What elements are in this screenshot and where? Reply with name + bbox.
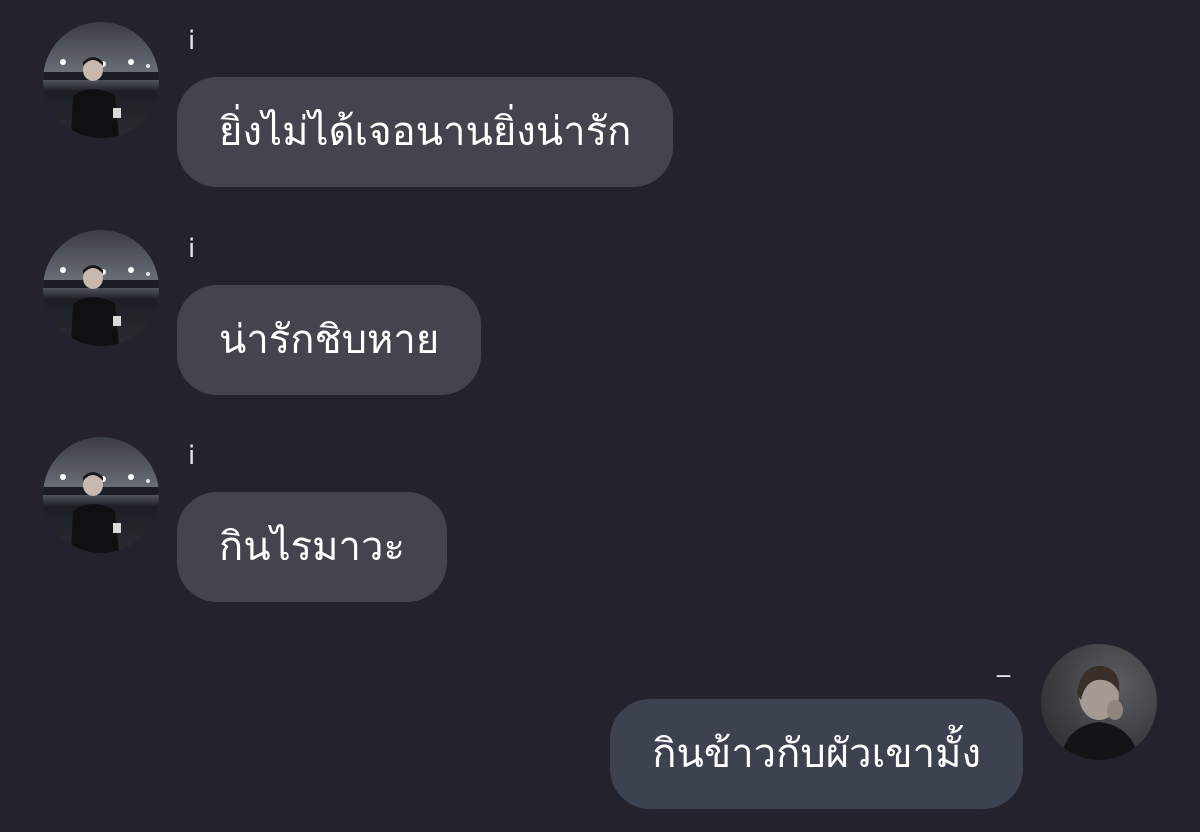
message-row-incoming: i น่ารักชิบหาย xyxy=(0,208,1200,408)
message-bubble-incoming[interactable]: กินไรมาวะ xyxy=(177,492,447,602)
avatar-icon[interactable] xyxy=(43,437,159,553)
message-row-incoming: i ยิ่งไม่ได้เจอนานยิ่งน่ารัก xyxy=(0,0,1200,200)
message-row-incoming: i กินไรมาวะ xyxy=(0,415,1200,615)
sender-name: i xyxy=(188,234,196,264)
message-bubble-incoming[interactable]: น่ารักชิบหาย xyxy=(177,285,482,395)
message-bubble-incoming[interactable]: ยิ่งไม่ได้เจอนานยิ่งน่ารัก xyxy=(177,77,674,187)
sender-name: i xyxy=(188,26,196,56)
message-row-outgoing: _ กินข้าวกับผัวเขามั้ง xyxy=(0,622,1200,832)
avatar-icon[interactable] xyxy=(43,22,159,138)
sender-name: i xyxy=(188,441,196,471)
avatar-icon[interactable] xyxy=(1041,644,1157,760)
message-bubble-outgoing[interactable]: กินข้าวกับผัวเขามั้ง xyxy=(610,699,1023,809)
avatar-icon[interactable] xyxy=(43,230,159,346)
sender-name: _ xyxy=(997,648,1010,678)
